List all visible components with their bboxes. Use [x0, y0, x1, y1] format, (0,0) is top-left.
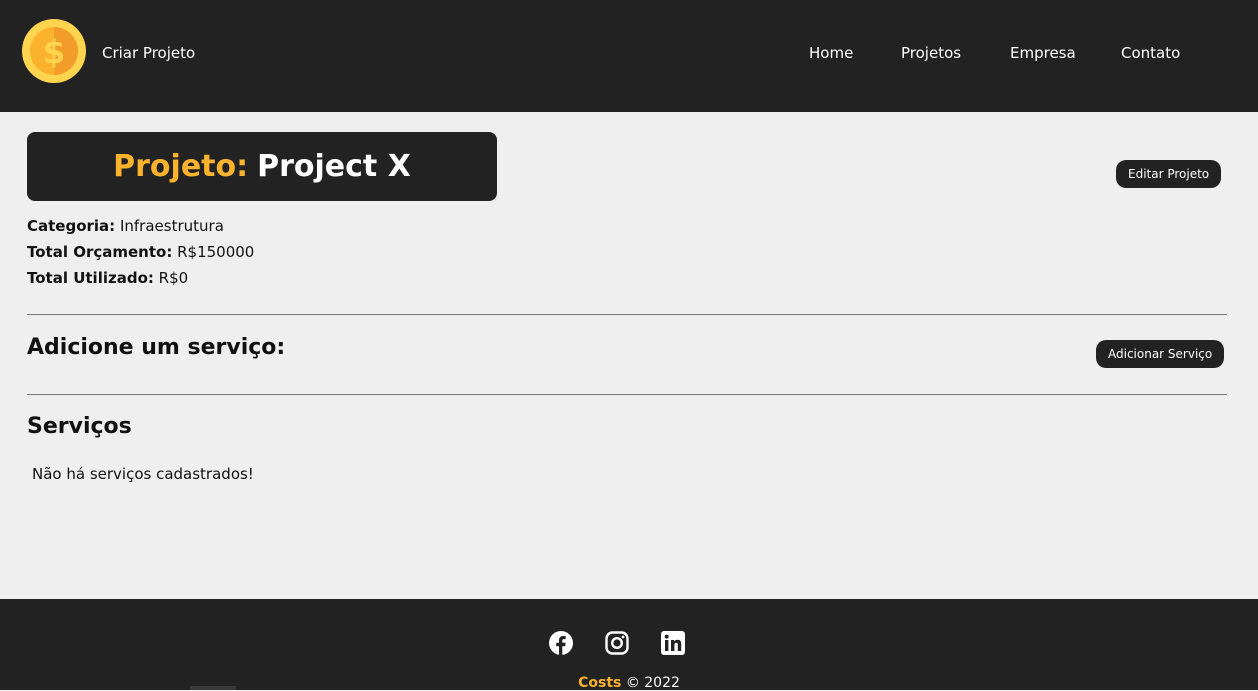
navbar: $ Criar Projeto Home Projetos Empresa Co… [0, 0, 1258, 112]
used-line: Total Utilizado: R$0 [27, 269, 188, 287]
used-value: R$0 [158, 269, 189, 287]
divider [27, 394, 1227, 395]
nav-item-projetos[interactable]: Projetos [901, 44, 961, 62]
divider [27, 314, 1227, 315]
budget-line: Total Orçamento: R$150000 [27, 243, 254, 261]
services-heading: Serviços [27, 414, 132, 439]
brand-name: Costs [578, 675, 622, 691]
budget-label: Total Orçamento: [27, 243, 173, 261]
edit-project-button[interactable]: Editar Projeto [1116, 160, 1222, 188]
svg-text:$: $ [43, 33, 65, 71]
used-label: Total Utilizado: [27, 269, 154, 287]
copyright-text: © 2022 [625, 675, 680, 691]
decorative-tab [190, 686, 236, 690]
project-details: Projeto: Project X Editar Projeto Catego… [0, 112, 1258, 599]
create-project-link[interactable]: Criar Projeto [102, 44, 195, 62]
nav-item-empresa[interactable]: Empresa [1010, 44, 1076, 62]
budget-value: R$150000 [177, 243, 255, 261]
project-title-name: Project X [257, 149, 411, 184]
copyright: Costs © 2022 [0, 675, 1258, 691]
add-service-button[interactable]: Adicionar Serviço [1096, 340, 1225, 368]
project-title-prefix: Projeto: [113, 149, 249, 184]
empty-services-message: Não há serviços cadastrados! [32, 465, 254, 483]
category-label: Categoria: [27, 217, 116, 235]
nav-item-contato[interactable]: Contato [1121, 44, 1180, 62]
category-line: Categoria: Infraestrutura [27, 217, 224, 235]
instagram-icon[interactable] [605, 631, 629, 655]
category-value: Infraestrutura [119, 217, 224, 235]
facebook-icon[interactable] [549, 631, 573, 655]
nav-item-home[interactable]: Home [809, 44, 853, 62]
add-service-heading: Adicione um serviço: [27, 335, 286, 360]
linkedin-icon[interactable] [661, 631, 685, 655]
coin-dollar-icon[interactable]: $ [22, 19, 86, 83]
project-title-box: Projeto: Project X [27, 132, 497, 201]
footer: Costs © 2022 [0, 599, 1258, 691]
